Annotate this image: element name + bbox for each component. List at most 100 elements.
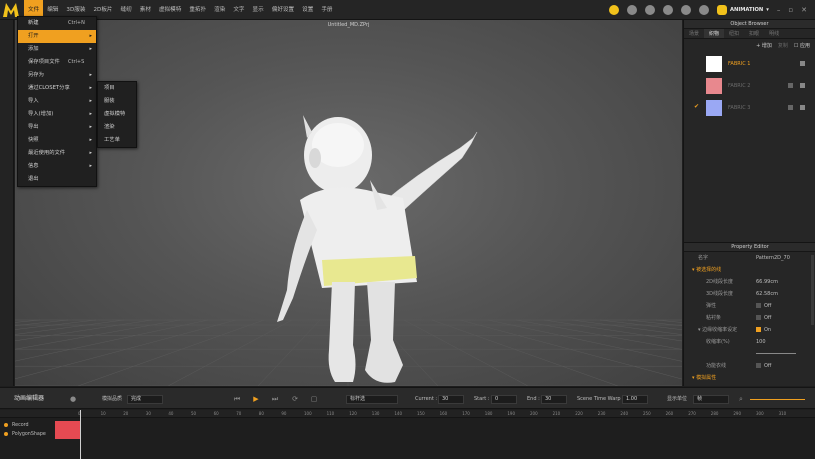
pe-row-label: 2D线段长度	[706, 279, 734, 285]
skip-start-icon[interactable]: ⏮	[232, 394, 242, 404]
menu-10[interactable]: 显示	[249, 0, 268, 20]
submenu-item[interactable]: 渲染	[98, 121, 136, 134]
warp-input[interactable]: 1.00	[622, 395, 648, 404]
help-icon[interactable]	[680, 5, 691, 15]
pe-scrollbar[interactable]	[811, 255, 814, 325]
pe-fold-label: 功能衣线	[706, 363, 727, 369]
pe-edge-shrink-toggle[interactable]: On	[756, 324, 771, 336]
file-menu-item[interactable]: 最近使用的文件 ▸	[18, 147, 96, 160]
skip-end-icon[interactable]: ⏭	[270, 394, 280, 404]
fabric-swatch[interactable]	[706, 78, 722, 94]
menu-7[interactable]: 重拓扑	[185, 0, 210, 20]
pe-section-selected[interactable]: ▾ 被选择的线	[684, 264, 815, 276]
end-input[interactable]: 30	[541, 395, 567, 404]
timeline-ruler[interactable]: 0102030405060708090100110120130140150160…	[0, 410, 815, 418]
zoom-slider[interactable]	[750, 399, 805, 400]
ob-tab[interactable]: 扣眼	[744, 29, 764, 38]
file-menu-item[interactable]: 保存项目文件 Ctrl+S	[18, 56, 96, 69]
file-menu-item[interactable]: 快照 ▸	[18, 134, 96, 147]
file-menu-item-label: 信息	[28, 163, 39, 169]
sound-icon[interactable]	[626, 5, 637, 15]
submenu-item[interactable]: 虚拟模特	[98, 108, 136, 121]
start-input[interactable]: 0	[491, 395, 517, 404]
mode-switch[interactable]: ANIMATION ▾	[716, 5, 769, 15]
add-fabric-button[interactable]: + 增加	[756, 42, 772, 50]
menu-9[interactable]: 文字	[229, 0, 248, 20]
file-menu-item[interactable]: 信息 ▸	[18, 160, 96, 173]
record-icon[interactable]: ●	[68, 394, 78, 404]
globe-icon[interactable]	[644, 5, 655, 15]
menu-4[interactable]: 缝纫	[117, 0, 136, 20]
file-menu-item-label: 新建	[28, 20, 39, 26]
loop-icon[interactable]: ⟳	[290, 394, 300, 404]
fabric-info-icon[interactable]	[788, 105, 793, 110]
file-menu-item[interactable]: 导入(增加) ▸	[18, 108, 96, 121]
pe-fold-toggle[interactable]: Off	[756, 360, 771, 372]
pe-name-value[interactable]: Pattern2D_70	[756, 252, 790, 264]
menu-8[interactable]: 渲染	[210, 0, 229, 20]
file-menu-item[interactable]: 导出 ▸	[18, 121, 96, 134]
submenu-item[interactable]: 服装	[98, 95, 136, 108]
fabric-swatch[interactable]	[706, 56, 722, 72]
fabric-row[interactable]: ✔ FABRIC 3	[684, 99, 815, 119]
pe-section-simulation[interactable]: ▾ 模拟属性	[684, 372, 815, 384]
fabric-menu-icon[interactable]	[800, 83, 805, 88]
current-input[interactable]: 30	[438, 395, 464, 404]
fabric-menu-icon[interactable]	[800, 61, 805, 66]
file-menu-item[interactable]: 退出	[18, 173, 96, 186]
minimize-icon[interactable]: –	[777, 6, 781, 14]
copy-fabric-button[interactable]: 复制	[778, 42, 788, 50]
file-menu-item-label: 导出	[28, 124, 39, 130]
fabric-swatch[interactable]	[706, 100, 722, 116]
submenu-item[interactable]: 工艺单	[98, 134, 136, 147]
check-icon: ✔	[694, 103, 700, 110]
shrink-ratio-slider[interactable]	[756, 353, 796, 354]
motion-select[interactable]: 标杆选	[346, 395, 398, 404]
unit-select[interactable]: 帧	[693, 395, 729, 404]
ob-tab[interactable]: 织物	[704, 29, 725, 38]
file-menu-item[interactable]: 添加 ▸	[18, 43, 96, 56]
pe-row-value[interactable]: Off	[756, 300, 771, 312]
ob-tab[interactable]: 明线	[764, 29, 784, 38]
quality-select[interactable]: 完成	[127, 395, 163, 404]
pe-row-value[interactable]: 66.99cm	[756, 276, 778, 288]
play-icon[interactable]: ▶	[251, 394, 261, 404]
pe-shrink-ratio-value[interactable]: 100	[756, 336, 766, 348]
menu-11[interactable]: 偏好设置	[268, 0, 298, 20]
apply-fabric-button[interactable]: ☐ 应用	[794, 42, 810, 50]
file-menu-item[interactable]: 新建 Ctrl+N	[18, 17, 96, 30]
maximize-icon[interactable]: ▫	[788, 6, 793, 14]
file-menu-item[interactable]: 通过CLOSET分享 ▸	[18, 82, 96, 95]
fabric-row[interactable]: FABRIC 2	[684, 77, 815, 97]
ob-tab[interactable]: 场景	[684, 29, 704, 38]
warp-label: Scene Time Warp :	[577, 396, 624, 402]
menu-5[interactable]: 素材	[136, 0, 155, 20]
chevron-right-icon: ▸	[89, 124, 92, 130]
fabric-info-icon[interactable]	[788, 83, 793, 88]
file-menu-item[interactable]: 打开 ▸	[18, 30, 96, 43]
pe-row-value[interactable]: Off	[756, 312, 771, 324]
pe-row-value[interactable]: 62.58cm	[756, 288, 778, 300]
top-right-toolbar: ANIMATION ▾ – ▫ ✕	[608, 0, 815, 20]
timeline-track[interactable]: PolygonShape	[0, 430, 815, 439]
file-menu-item[interactable]: 另存为 ▸	[18, 69, 96, 82]
menu-6[interactable]: 虚拟模特	[155, 0, 185, 20]
close-icon[interactable]: ✕	[801, 6, 807, 14]
user-icon[interactable]	[662, 5, 673, 15]
playhead[interactable]	[80, 410, 81, 459]
tools-icon[interactable]	[698, 5, 709, 15]
closet-icon[interactable]	[608, 5, 619, 15]
menu-12[interactable]: 设置	[298, 0, 317, 20]
3d-viewport[interactable]: Untitled_MD.ZPrj	[15, 20, 682, 386]
ob-tab[interactable]: 纽扣	[724, 29, 744, 38]
timeline-track[interactable]: Record	[0, 421, 815, 430]
zoom-icon[interactable]: ⌕	[736, 394, 746, 404]
menu-13[interactable]: 手册	[317, 0, 336, 20]
fabric-menu-icon[interactable]	[800, 105, 805, 110]
file-menu-item[interactable]: 导入 ▸	[18, 95, 96, 108]
stop-icon[interactable]: ▢	[309, 394, 319, 404]
submenu-item[interactable]: 项目	[98, 82, 136, 95]
track-keyframe-bar[interactable]	[55, 430, 80, 439]
track-keyframe-bar[interactable]	[55, 421, 80, 430]
fabric-row[interactable]: FABRIC 1	[684, 55, 815, 75]
